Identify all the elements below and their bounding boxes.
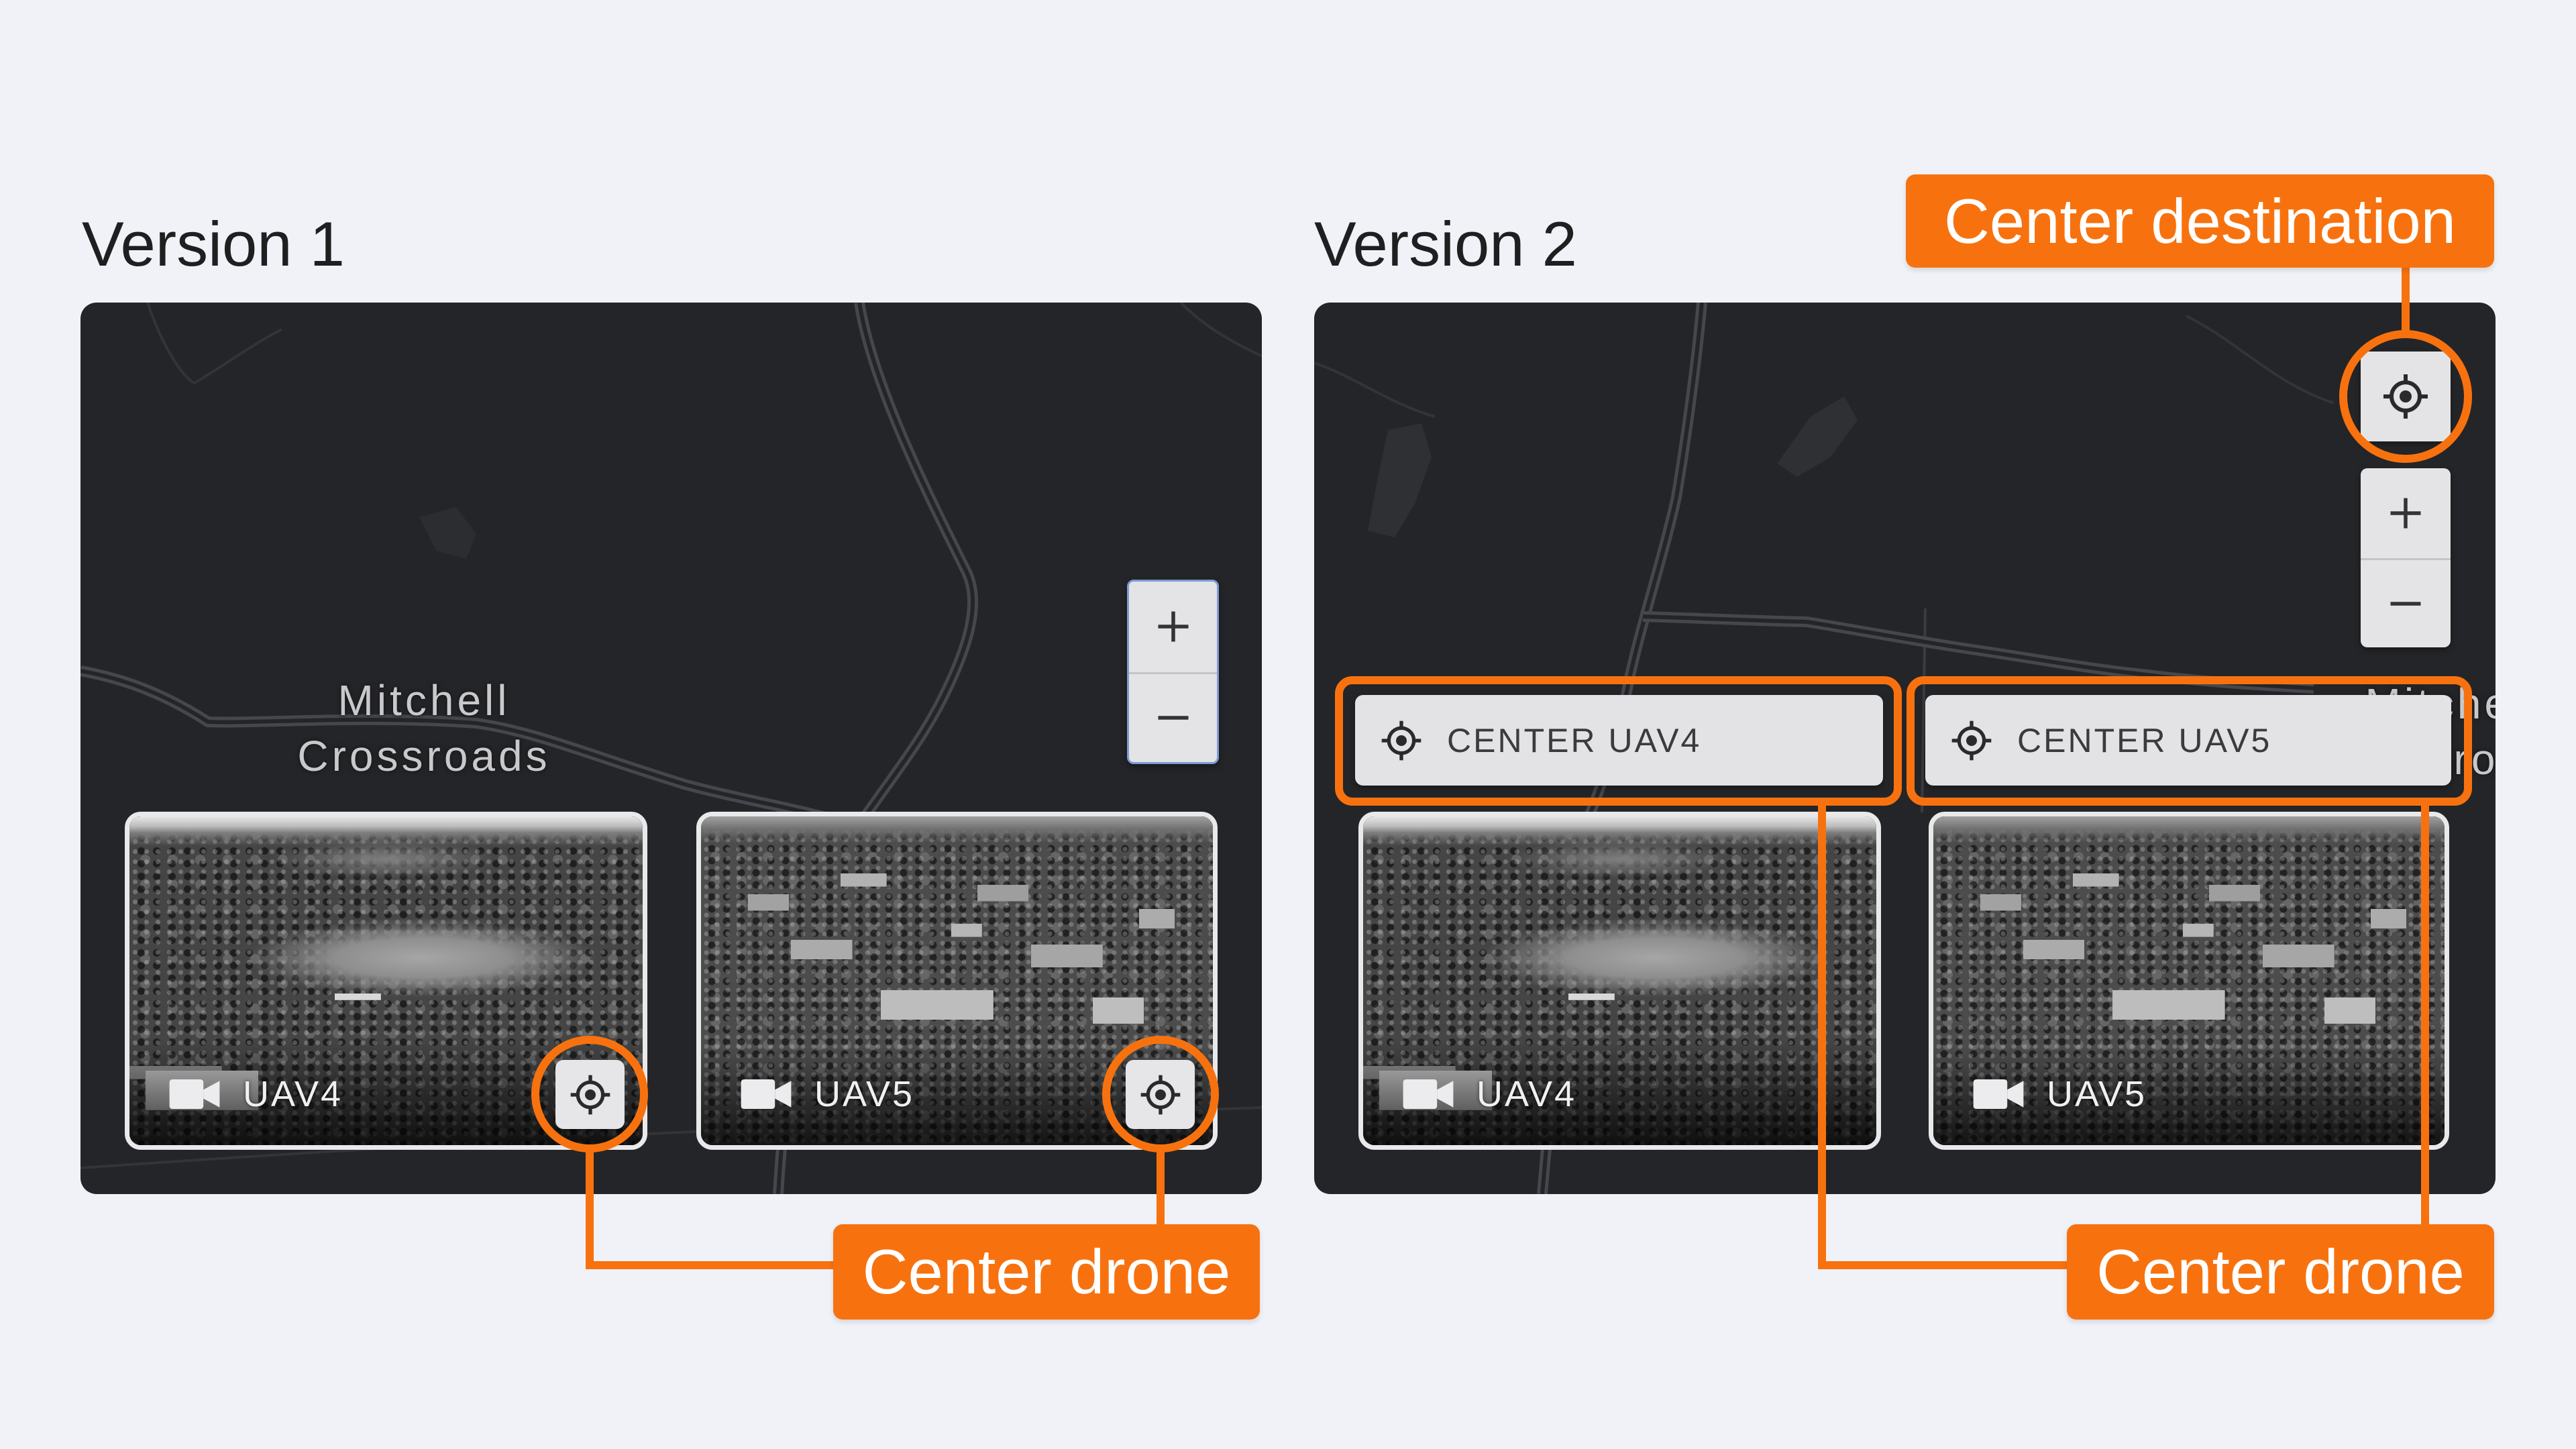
crosshair-target-icon — [1380, 719, 1423, 762]
place-label-line-2: Crossroads — [297, 732, 551, 780]
video-camera-icon — [169, 1079, 220, 1109]
zoom-in-button[interactable] — [2361, 468, 2451, 558]
callout-center-drone-v2: Center drone — [2067, 1224, 2494, 1320]
minor-road — [1179, 303, 1262, 358]
center-destination-button[interactable] — [2361, 352, 2451, 441]
place-label: Mitchell Crossroads — [297, 673, 550, 784]
map-view-version-2[interactable]: Mitchell Crossroads CENTER UAV4 CENTER U… — [1314, 303, 2496, 1194]
map-view-version-1[interactable]: Mitchell Crossroads UAV4 UAV5 — [80, 303, 1262, 1194]
zoom-out-button[interactable] — [2361, 557, 2451, 648]
crosshair-target-icon — [2381, 372, 2430, 421]
minor-road — [146, 303, 282, 385]
minor-road — [1314, 362, 1436, 418]
video-camera-icon — [1403, 1079, 1454, 1109]
minor-road — [2186, 315, 2334, 405]
feed-label: UAV5 — [2047, 1074, 2147, 1114]
zoom-control — [1127, 580, 1219, 764]
feed-label: UAV5 — [814, 1074, 915, 1114]
map-area — [1777, 396, 1858, 477]
center-uav5-button[interactable]: CENTER UAV5 — [1925, 695, 2451, 786]
center-uav5-label: CENTER UAV5 — [2017, 721, 2272, 759]
center-drone-button-uav5[interactable] — [1126, 1060, 1195, 1129]
plus-icon — [2385, 493, 2426, 533]
version-1-title: Version 1 — [82, 209, 345, 279]
road-outline — [1642, 611, 2314, 694]
callout-center-destination: Center destination — [1906, 174, 2494, 268]
video-feed-card-uav5[interactable]: UAV5 — [1929, 812, 2449, 1150]
video-camera-icon — [741, 1079, 792, 1109]
place-label-line-1: Mitchell — [337, 676, 511, 724]
callout-center-drone-v1: Center drone — [833, 1224, 1260, 1320]
version-2-title: Version 2 — [1314, 209, 1577, 279]
video-feed-card-uav4[interactable]: UAV4 — [1358, 812, 1881, 1150]
crosshair-target-icon — [1950, 719, 1993, 762]
feed-label: UAV4 — [243, 1074, 343, 1114]
center-drone-button-uav4[interactable] — [555, 1060, 625, 1129]
crosshair-target-icon — [1139, 1073, 1182, 1116]
center-uav4-button[interactable]: CENTER UAV4 — [1355, 695, 1883, 786]
zoom-in-button[interactable] — [1129, 582, 1217, 672]
video-feed-card-uav5[interactable]: UAV5 — [696, 812, 1218, 1150]
center-uav4-label: CENTER UAV4 — [1447, 721, 1702, 759]
minus-icon — [2385, 584, 2426, 624]
map-area — [1368, 423, 1432, 537]
zoom-control — [2361, 468, 2451, 647]
map-area — [419, 507, 476, 559]
crosshair-target-icon — [569, 1073, 612, 1116]
video-camera-icon — [1973, 1079, 2024, 1109]
plus-icon — [1153, 606, 1193, 647]
minus-icon — [1153, 698, 1193, 738]
feed-label: UAV4 — [1477, 1074, 1577, 1114]
zoom-out-button[interactable] — [1129, 672, 1217, 763]
video-feed-card-uav4[interactable]: UAV4 — [125, 812, 647, 1150]
